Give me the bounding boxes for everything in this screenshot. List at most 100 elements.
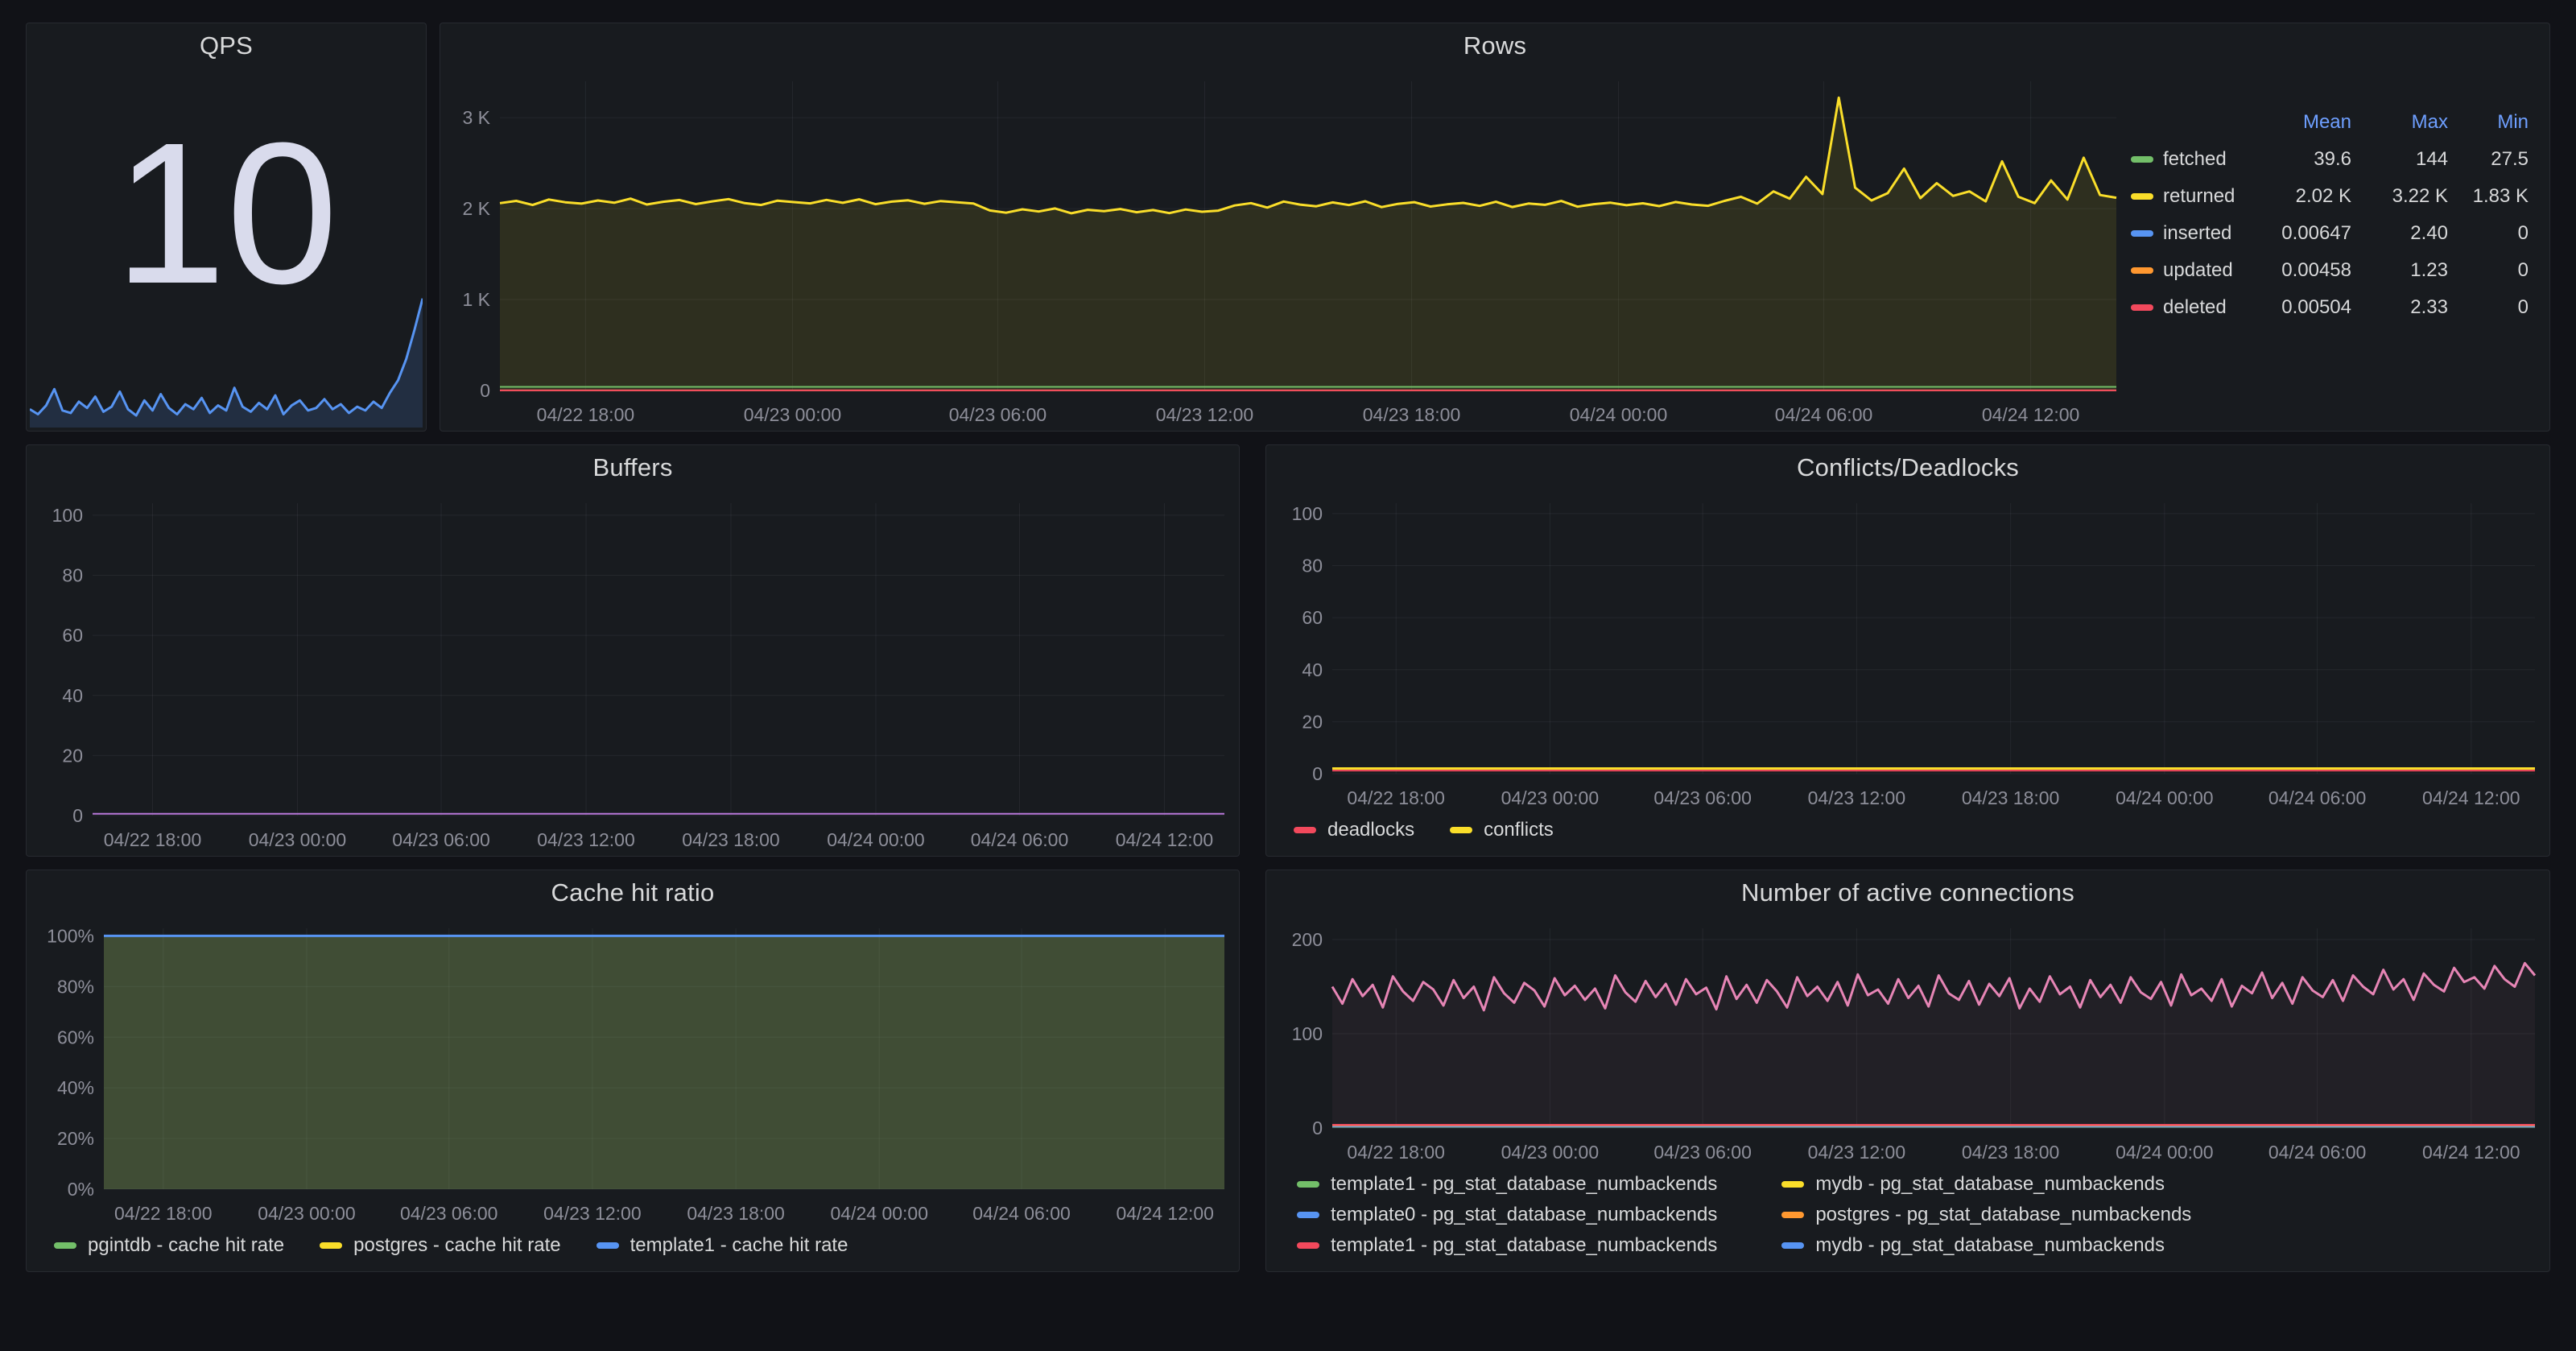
series-name: deleted (2163, 296, 2227, 319)
legend-col-mean[interactable]: Mean (2255, 111, 2351, 134)
legend-table-row: updated 0.00458 1.23 0 (2131, 252, 2529, 289)
series-name: postgres - pg_stat_database_numbackends (1815, 1204, 2191, 1226)
series-toggle[interactable]: deleted (2131, 296, 2255, 319)
svg-text:04/23 18:00: 04/23 18:00 (1962, 1142, 2060, 1163)
legend-item[interactable]: mydb - pg_stat_database_numbackends (1781, 1234, 2191, 1257)
series-toggle[interactable]: updated (2131, 259, 2255, 282)
svg-text:0: 0 (72, 805, 83, 826)
legend-item[interactable]: conflicts (1450, 819, 1554, 841)
svg-text:3 K: 3 K (462, 107, 490, 128)
svg-text:04/24 06:00: 04/24 06:00 (2268, 1142, 2367, 1163)
series-max: 144 (2351, 148, 2448, 171)
svg-text:04/23 06:00: 04/23 06:00 (392, 829, 490, 850)
panel-conflicts-deadlocks: Conflicts/Deadlocks 04/22 18:0004/23 00:… (1265, 444, 2550, 857)
series-color-swatch (2131, 304, 2153, 311)
legend-item[interactable]: mydb - pg_stat_database_numbackends (1781, 1173, 2191, 1196)
qps-sparkline (30, 289, 423, 428)
panel-title: QPS (200, 31, 253, 60)
svg-text:04/23 06:00: 04/23 06:00 (400, 1203, 498, 1224)
series-name: template1 - cache hit rate (630, 1234, 848, 1257)
rows-legend-table: Mean Max Min fetched 39.6 144 27.5 (2131, 68, 2549, 431)
legend-item[interactable]: template1 - cache hit rate (597, 1234, 848, 1257)
svg-text:60%: 60% (57, 1027, 94, 1047)
svg-text:04/23 12:00: 04/23 12:00 (1808, 1142, 1906, 1163)
panel-cache-hit-ratio: Cache hit ratio 04/22 18:0004/23 00:0004… (26, 870, 1240, 1272)
svg-text:04/23 00:00: 04/23 00:00 (744, 404, 842, 425)
svg-text:04/23 18:00: 04/23 18:00 (1363, 404, 1461, 425)
svg-text:04/24 12:00: 04/24 12:00 (1116, 1203, 1214, 1224)
series-mean: 0.00647 (2255, 222, 2351, 245)
svg-text:04/23 18:00: 04/23 18:00 (687, 1203, 785, 1224)
series-name: mydb - pg_stat_database_numbackends (1815, 1234, 2165, 1257)
svg-text:04/24 00:00: 04/24 00:00 (827, 829, 925, 850)
panel-header[interactable]: Number of active connections (1266, 870, 2549, 915)
legend-item[interactable]: template1 - pg_stat_database_numbackends (1297, 1173, 1717, 1196)
svg-text:60: 60 (62, 625, 83, 646)
svg-text:04/24 12:00: 04/24 12:00 (2422, 1142, 2520, 1163)
series-color-swatch (597, 1242, 619, 1249)
svg-text:100: 100 (1292, 503, 1323, 524)
svg-text:04/24 00:00: 04/24 00:00 (2116, 787, 2214, 808)
svg-text:100: 100 (1292, 1023, 1323, 1044)
legend-item[interactable]: template1 - pg_stat_database_numbackends (1297, 1234, 1717, 1257)
series-toggle[interactable]: fetched (2131, 148, 2255, 171)
panel-header[interactable]: Cache hit ratio (27, 870, 1239, 915)
panel-qps: QPS 10 (26, 23, 427, 432)
legend-item[interactable]: deadlocks (1294, 819, 1414, 841)
legend: deadlocks conflicts (1266, 814, 2549, 856)
svg-text:04/22 18:00: 04/22 18:00 (537, 404, 635, 425)
legend-item[interactable]: postgres - cache hit rate (320, 1234, 560, 1257)
series-max: 2.40 (2351, 222, 2448, 245)
svg-text:80: 80 (62, 565, 83, 586)
series-color-swatch (1297, 1212, 1319, 1218)
svg-text:04/23 00:00: 04/23 00:00 (249, 829, 347, 850)
series-max: 2.33 (2351, 296, 2448, 319)
series-toggle[interactable]: inserted (2131, 222, 2255, 245)
legend-item[interactable]: pgintdb - cache hit rate (54, 1234, 284, 1257)
svg-text:20: 20 (1302, 711, 1323, 732)
panel-header[interactable]: Buffers (27, 445, 1239, 490)
panel-title: Conflicts/Deadlocks (1797, 453, 2019, 482)
svg-text:2 K: 2 K (462, 198, 490, 219)
panel-buffers: Buffers 04/22 18:00 04/23 00:00 04/23 06:0… (26, 444, 1240, 857)
svg-text:40: 40 (1302, 659, 1323, 680)
series-name: template1 - pg_stat_database_numbackends (1331, 1173, 1717, 1196)
panel-title: Number of active connections (1741, 878, 2074, 907)
series-mean: 2.02 K (2255, 185, 2351, 208)
series-name: deadlocks (1327, 819, 1414, 841)
series-name: fetched (2163, 148, 2227, 171)
active-connections-chart[interactable]: 04/22 18:0004/23 00:0004/23 06:0004/23 1… (1266, 915, 2549, 1168)
svg-text:20: 20 (62, 745, 83, 766)
series-color-swatch (54, 1242, 76, 1249)
legend-col-max[interactable]: Max (2351, 111, 2448, 134)
series-name: conflicts (1484, 819, 1554, 841)
legend: template1 - pg_stat_database_numbackends… (1266, 1168, 2549, 1271)
svg-text:04/23 00:00: 04/23 00:00 (258, 1203, 356, 1224)
panel-header[interactable]: Conflicts/Deadlocks (1266, 445, 2549, 490)
cache-hit-ratio-chart[interactable]: 04/22 18:0004/23 00:0004/23 06:0004/23 1… (27, 915, 1239, 1229)
series-color-swatch (1450, 827, 1472, 833)
svg-text:60: 60 (1302, 607, 1323, 628)
panel-header[interactable]: Rows (440, 23, 2549, 68)
series-name: template1 - pg_stat_database_numbackends (1331, 1234, 1717, 1257)
conflicts-chart[interactable]: 04/22 18:0004/23 00:0004/23 06:0004/23 1… (1266, 490, 2549, 814)
series-min: 0 (2448, 222, 2529, 245)
svg-text:04/24 12:00: 04/24 12:00 (2422, 787, 2520, 808)
panel-active-connections: Number of active connections 04/22 18:00… (1265, 870, 2550, 1272)
legend-col-min[interactable]: Min (2448, 111, 2529, 134)
svg-text:04/24 06:00: 04/24 06:00 (971, 829, 1069, 850)
svg-text:20%: 20% (57, 1128, 94, 1149)
svg-text:04/23 06:00: 04/23 06:00 (1653, 1142, 1752, 1163)
svg-text:04/23 12:00: 04/23 12:00 (1156, 404, 1254, 425)
series-min: 0 (2448, 259, 2529, 282)
series-toggle[interactable]: returned (2131, 185, 2255, 208)
buffers-chart[interactable]: 04/22 18:0004/23 00:0004/23 06:0004/23 1… (27, 490, 1239, 856)
panel-header[interactable]: QPS (27, 23, 426, 68)
svg-text:04/22 18:00: 04/22 18:00 (1347, 1142, 1445, 1163)
legend-table-row: fetched 39.6 144 27.5 (2131, 141, 2529, 178)
rows-chart[interactable]: 04/22 18:0004/23 00:0004/23 06:0004/23 1… (440, 68, 2131, 431)
legend-item[interactable]: template0 - pg_stat_database_numbackends (1297, 1204, 1717, 1226)
series-color-swatch (2131, 230, 2153, 237)
svg-text:04/22 18:00: 04/22 18:00 (104, 829, 202, 850)
legend-item[interactable]: postgres - pg_stat_database_numbackends (1781, 1204, 2191, 1226)
